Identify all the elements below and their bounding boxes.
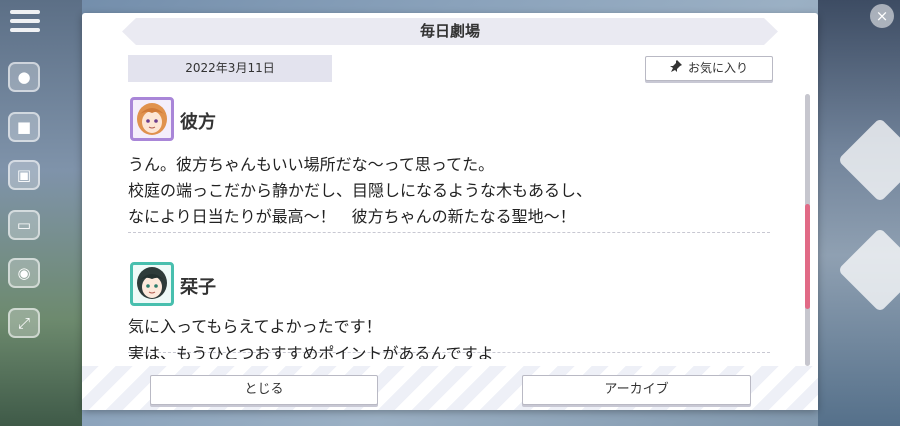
screen-icon[interactable]: ▭	[8, 210, 40, 240]
date-label: 2022年3月11日	[128, 55, 332, 82]
dialogue-line: 気に入ってもらえてよかったです！	[128, 317, 382, 336]
circle-icon[interactable]: ◉	[8, 258, 40, 288]
dialogue-line: なにより日当たりが最高〜！ 彼方ちゃんの新たなる聖地〜！	[128, 207, 576, 226]
speaker-name: 栞子	[180, 277, 216, 298]
favorite-label: お気に入り	[687, 61, 748, 75]
background-right-panel	[818, 0, 900, 426]
expand-icon[interactable]: ⤢	[8, 308, 40, 338]
pin-icon	[669, 57, 682, 80]
gift-icon[interactable]: ▣	[8, 160, 40, 190]
speaker-name: 彼方	[180, 112, 216, 133]
dialogue-line: うん。彼方ちゃんもいい場所だな〜って思ってた。	[128, 155, 495, 174]
close-button[interactable]: とじる	[150, 375, 378, 405]
bag-icon[interactable]: ■	[8, 112, 40, 142]
daily-theater-dialog: 毎日劇場 2022年3月11日 お気に入り 彼方 うん。彼方ちゃんもいい場所だな…	[82, 13, 818, 410]
avatar-kanata	[130, 97, 174, 141]
scrollbar-thumb[interactable]	[805, 204, 810, 309]
dialogue-entry: 彼方 うん。彼方ちゃんもいい場所だな〜って思ってた。 校庭の端っこだから静かだし…	[128, 97, 770, 233]
archive-button[interactable]: アーカイブ	[522, 375, 751, 405]
dialog-title: 毎日劇場	[122, 18, 778, 45]
dialogue-line: 実は、もうひとつおすすめポイントがあるんですよ	[128, 344, 494, 359]
chat-icon[interactable]: ●	[8, 62, 40, 92]
dialogue-line: 校庭の端っこだから静かだし、目隠しになるような木もあるし、	[128, 181, 593, 200]
favorite-button[interactable]: お気に入り	[645, 56, 773, 81]
dialogue-entry: 栞子 気に入ってもらえてよかったです！ 実は、もうひとつおすすめポイントがあるん…	[128, 247, 770, 359]
close-icon[interactable]: ×	[870, 4, 894, 28]
avatar-shioriko	[130, 262, 174, 306]
dialog-content: 彼方 うん。彼方ちゃんもいい場所だな〜って思ってた。 校庭の端っこだから静かだし…	[128, 97, 770, 359]
menu-icon[interactable]	[10, 10, 40, 36]
